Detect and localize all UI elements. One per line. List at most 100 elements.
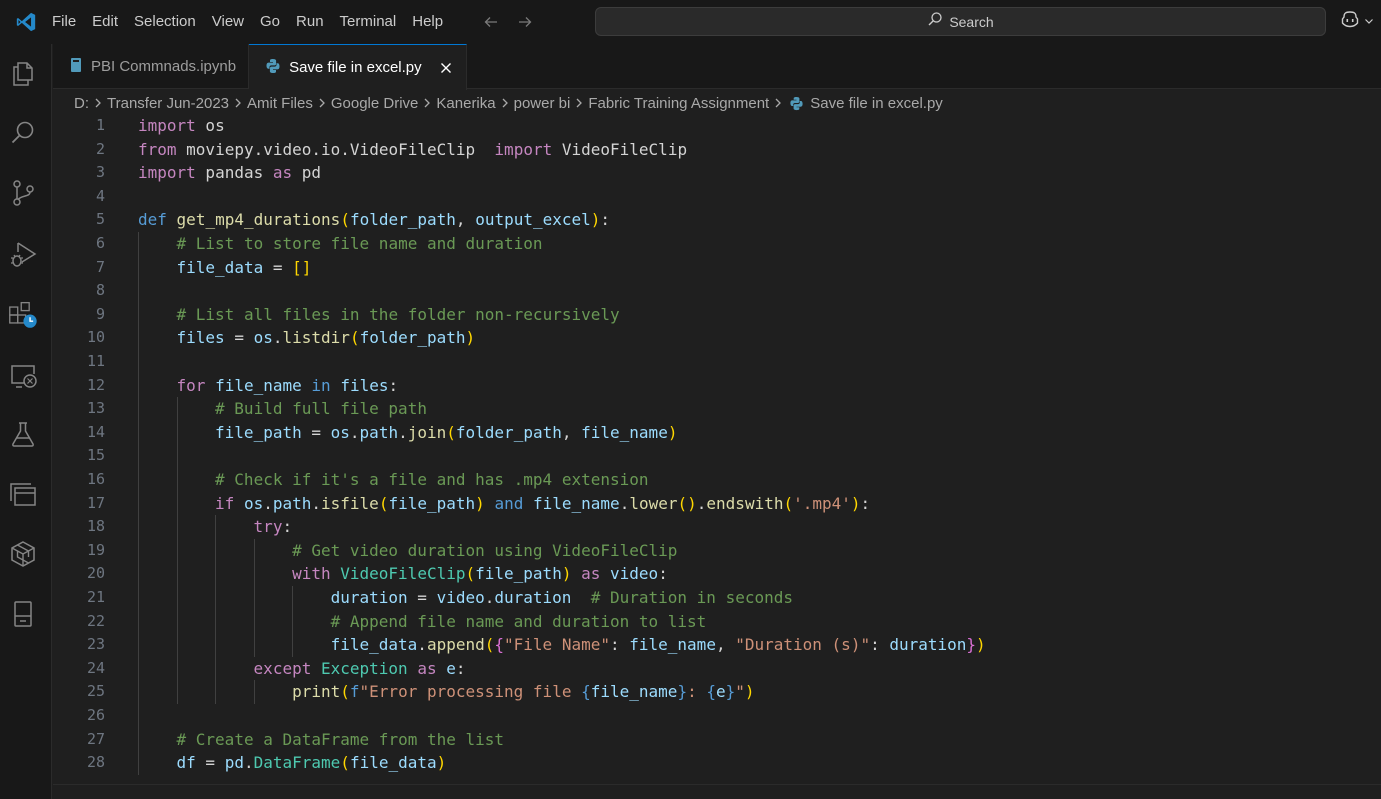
menu-file[interactable]: File	[52, 0, 84, 44]
code-line[interactable]: 6 # List to store file name and duration	[53, 232, 1381, 256]
indent-guide	[138, 680, 139, 704]
indent-guide	[215, 538, 217, 563]
breadcrumb-item[interactable]: Save file in excel.py	[810, 95, 943, 112]
code-line[interactable]: 26	[53, 704, 1381, 728]
code-token: Exception	[320, 658, 408, 678]
breadcrumb-item[interactable]: power bi	[514, 95, 571, 112]
fabric-icon[interactable]	[8, 539, 38, 569]
chevron-down-icon	[1364, 13, 1374, 31]
code-line[interactable]: 1 import os	[53, 114, 1381, 138]
code-line[interactable]: 16 # Check if it's a file and has .mp4 ex…	[53, 468, 1381, 492]
code-line[interactable]: 21 duration = video.duration # Duration i…	[53, 586, 1381, 610]
code-line[interactable]: 20 with VideoFileClip(file_path) as video…	[53, 562, 1381, 586]
indent-guide	[176, 562, 178, 586]
forward-arrow-icon[interactable]	[515, 12, 535, 32]
indent-guide	[215, 562, 217, 586]
code-line[interactable]: 9 # List all files in the folder non-recu…	[53, 302, 1381, 327]
breadcrumb-item[interactable]: Google Drive	[331, 95, 419, 112]
run-debug-icon[interactable]	[8, 239, 38, 269]
code-token: as	[272, 163, 293, 183]
breadcrumb-item[interactable]: Fabric Training Assignment	[588, 95, 769, 112]
menu-run[interactable]: Run	[288, 0, 332, 44]
code-token: f	[349, 682, 360, 702]
copilot-button[interactable]	[1340, 10, 1374, 33]
menu-go[interactable]: Go	[252, 0, 288, 44]
code-token: # List all files in the folder non-recur…	[176, 304, 620, 324]
code-token: (	[340, 753, 350, 773]
navigation-arrows	[481, 12, 535, 32]
code-token: import	[138, 116, 196, 135]
close-icon[interactable]	[438, 60, 454, 76]
breadcrumb-item[interactable]: Kanerika	[436, 95, 495, 112]
code-token: )	[590, 210, 601, 230]
tab-save-file-in-excel[interactable]: Save file in excel.py	[249, 44, 467, 90]
tab-pbi-commnads[interactable]: PBI Commnads.ipynb	[53, 44, 250, 89]
remote-explorer-icon[interactable]	[8, 360, 38, 390]
code-token: =	[263, 257, 293, 277]
line-number: 14	[86, 422, 105, 441]
notebook-icon[interactable]	[8, 599, 38, 629]
code-line[interactable]: 7 file_data = []	[53, 255, 1381, 280]
code-token: .	[311, 493, 322, 513]
code-token: (	[378, 493, 389, 513]
vscode-logo-icon[interactable]	[0, 0, 52, 44]
code-text: df = pd.DataFrame(file_data)	[177, 751, 447, 775]
testing-icon[interactable]	[8, 419, 38, 449]
code-line[interactable]: 3 import pandas as pd	[53, 161, 1381, 185]
breadcrumb-item[interactable]: Transfer Jun-2023	[107, 95, 229, 112]
source-control-icon[interactable]	[8, 178, 38, 208]
code-line[interactable]: 19 # Get video duration using VideoFileCl…	[53, 538, 1381, 563]
code-line[interactable]: 4	[53, 185, 1381, 209]
code-line[interactable]: 13 # Build full file path	[53, 397, 1381, 421]
menu-help[interactable]: Help	[404, 0, 451, 44]
code-line[interactable]: 12 for file_name in files:	[53, 373, 1381, 398]
back-arrow-icon[interactable]	[481, 12, 501, 32]
indent-guide	[176, 515, 178, 539]
code-token: video	[610, 564, 659, 584]
indent-guide	[138, 468, 139, 492]
code-line[interactable]: 17 if os.path.isfile(file_path) and file_…	[53, 491, 1381, 516]
code-line[interactable]: 23 file_data.append({"File Name": file_na…	[53, 633, 1381, 657]
code-line[interactable]: 5 def get_mp4_durations(folder_path, outp…	[53, 208, 1381, 232]
code-editor[interactable]: 1 import os 2 from moviepy.video.io.VideoFi…	[53, 114, 1381, 784]
explorer-icon[interactable]	[8, 58, 38, 88]
code-line[interactable]: 8	[53, 279, 1381, 303]
extensions-icon[interactable]	[8, 300, 38, 330]
code-line[interactable]: 11	[53, 350, 1381, 374]
code-line[interactable]: 14 file_path = os.path.join(folder_path, …	[53, 420, 1381, 445]
code-token: file_path	[475, 564, 562, 584]
line-number: 17	[86, 493, 105, 512]
code-text: import pandas as pd	[138, 161, 321, 185]
command-center-search[interactable]: Search	[595, 7, 1326, 36]
code-line[interactable]: 2 from moviepy.video.io.VideoFileClip imp…	[53, 138, 1381, 162]
code-token: }	[966, 635, 977, 655]
editor-tab-bar: PBI Commnads.ipynb Save file in excel.py	[53, 44, 1381, 90]
menu-edit[interactable]: Edit	[84, 0, 126, 44]
chevron-right-icon	[233, 97, 243, 109]
breadcrumb-item[interactable]: D:	[74, 95, 89, 112]
code-line[interactable]: 22 # Append file name and duration to lis…	[53, 609, 1381, 634]
menu-view[interactable]: View	[204, 0, 252, 44]
panels-icon[interactable]	[8, 479, 38, 509]
indent-guide	[215, 680, 217, 704]
code-token: "Error processing file	[359, 682, 582, 702]
indent-guide	[292, 633, 294, 657]
menu-selection[interactable]: Selection	[126, 0, 204, 44]
line-number: 22	[86, 611, 105, 630]
code-line[interactable]: 18 try:	[53, 515, 1381, 539]
code-token: folder_path	[349, 210, 456, 230]
code-line[interactable]: 10 files = os.listdir(folder_path)	[53, 326, 1381, 350]
code-line[interactable]: 25 print(f"Error processing file {file_na…	[53, 680, 1381, 704]
menu-terminal[interactable]: Terminal	[332, 0, 405, 44]
code-line[interactable]: 15	[53, 444, 1381, 468]
code-token: .	[696, 493, 707, 513]
code-line[interactable]: 28 df = pd.DataFrame(file_data)	[53, 751, 1381, 775]
breadcrumb-item[interactable]: Amit Files	[247, 95, 313, 112]
code-line[interactable]: 27 # Create a DataFrame from the list	[53, 727, 1381, 752]
code-token: os	[195, 116, 225, 135]
search-icon[interactable]	[8, 118, 38, 148]
code-line[interactable]: 24 except Exception as e:	[53, 656, 1381, 681]
